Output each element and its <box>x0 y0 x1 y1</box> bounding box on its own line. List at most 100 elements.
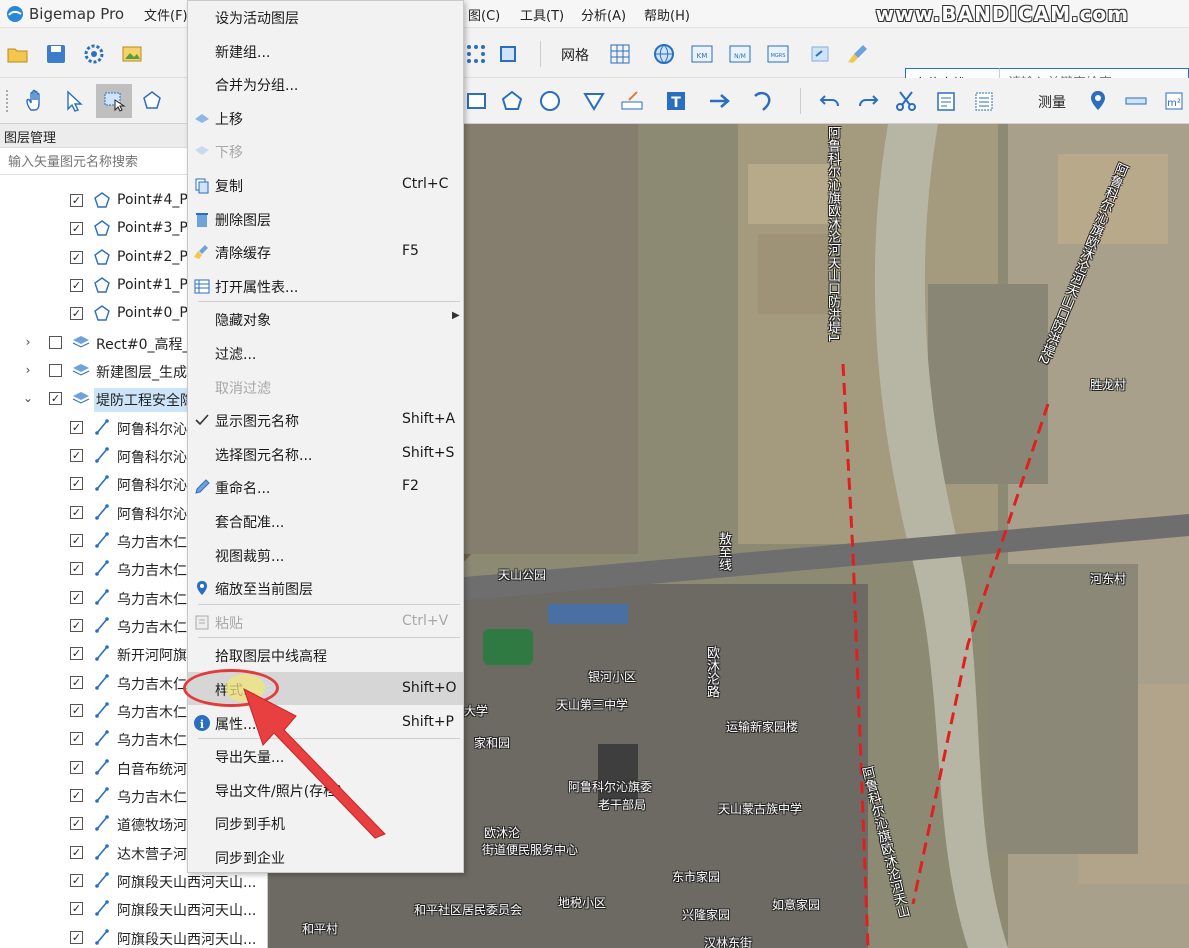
context-menu-item[interactable]: 导出文件/照片(存档) <box>188 773 463 806</box>
menu-help[interactable]: 帮助(H) <box>644 5 690 24</box>
chevron-down-icon[interactable]: ⌄ <box>22 391 34 405</box>
brush-icon[interactable] <box>844 40 872 68</box>
menu-map[interactable]: 图(C) <box>468 5 500 24</box>
polygon-tool-icon[interactable] <box>498 87 526 115</box>
layer-checkbox[interactable]: ✓ <box>70 788 83 802</box>
undo-icon[interactable] <box>816 87 844 115</box>
layer-checkbox[interactable]: ✓ <box>70 533 83 547</box>
context-menu-item[interactable]: 过滤... <box>188 336 463 369</box>
layer-checkbox[interactable]: ✓ <box>70 194 83 207</box>
layer-checkbox[interactable]: ✓ <box>70 222 83 236</box>
box-select-icon[interactable] <box>96 84 132 118</box>
pan-hand-icon[interactable] <box>22 87 50 115</box>
context-menu-item[interactable]: 隐藏对象 ▶ <box>188 302 463 335</box>
gear-icon[interactable] <box>80 40 108 68</box>
rectangle-tool-icon[interactable] <box>462 87 490 115</box>
save-icon[interactable] <box>42 40 70 68</box>
curve-tool-icon[interactable] <box>750 87 778 115</box>
clipboard-icon[interactable] <box>932 87 960 115</box>
layer-row[interactable]: ✓ 阿旗段天山西河天山... <box>0 894 268 922</box>
layer-checkbox[interactable]: ✓ <box>70 562 83 576</box>
globe-icon[interactable] <box>650 40 678 68</box>
map-label-school: 天山第三中学 <box>556 698 629 712</box>
layer-checkbox[interactable]: ✓ <box>70 250 83 264</box>
context-menu-item[interactable]: 导出矢量... <box>188 739 463 772</box>
menu-tools[interactable]: 工具(T) <box>520 5 564 24</box>
nm-grid-icon[interactable]: N/M <box>726 40 754 68</box>
context-menu-item[interactable]: 套合配准... <box>188 504 463 537</box>
layer-row[interactable]: ✓ 阿旗段天山西河天山... <box>0 923 268 948</box>
context-menu-item[interactable]: 复制 Ctrl+C <box>188 168 463 201</box>
context-menu-item[interactable]: 打开属性表... <box>188 269 463 302</box>
layer-checkbox[interactable] <box>49 335 62 349</box>
toolbar-grip[interactable] <box>6 90 10 112</box>
context-menu-item[interactable]: 显示图元名称 Shift+A <box>188 403 463 436</box>
point-grid-icon[interactable] <box>462 40 490 68</box>
layer-checkbox[interactable]: ✓ <box>70 817 83 831</box>
area-icon[interactable]: m² <box>1160 87 1188 115</box>
context-menu-item[interactable]: 上移 <box>188 101 463 134</box>
mgrs-grid-icon[interactable]: MGRS <box>764 40 792 68</box>
context-menu-item[interactable]: 粘贴 Ctrl+V <box>188 605 463 638</box>
layer-label: Point#1_Po <box>117 276 196 293</box>
grid-icon[interactable] <box>606 40 634 68</box>
context-menu-item[interactable]: 下移 <box>188 134 463 167</box>
layer-checkbox[interactable]: ✓ <box>70 675 83 689</box>
layer-checkbox[interactable]: ✓ <box>70 930 83 944</box>
context-menu-item[interactable]: 清除缓存 F5 <box>188 235 463 268</box>
layer-checkbox[interactable]: ✓ <box>70 278 83 292</box>
context-menu-item[interactable]: 选择图元名称... Shift+S <box>188 437 463 470</box>
context-menu-item[interactable]: i 属性... Shift+P <box>188 706 463 739</box>
context-menu-item[interactable]: 设为活动图层 <box>188 0 463 33</box>
scissors-icon[interactable] <box>892 87 920 115</box>
chevron-right-icon[interactable]: › <box>22 335 34 349</box>
edit-vertex-icon[interactable] <box>138 87 166 115</box>
menu-analysis[interactable]: 分析(A) <box>581 5 626 24</box>
circle-tool-icon[interactable] <box>536 87 564 115</box>
layer-checkbox[interactable]: ✓ <box>70 647 83 661</box>
context-menu-item[interactable]: 重命名... F2 <box>188 470 463 503</box>
layer-checkbox[interactable]: ✓ <box>70 873 83 887</box>
km-grid-icon[interactable]: KM <box>688 40 716 68</box>
full-extent-icon[interactable] <box>494 40 522 68</box>
location-pin-icon[interactable] <box>1084 87 1112 115</box>
arrow-tool-icon[interactable] <box>706 87 734 115</box>
context-menu-item[interactable]: 视图裁剪... <box>188 538 463 571</box>
context-menu-item[interactable]: 删除图层 <box>188 202 463 235</box>
layer-checkbox[interactable]: ✓ <box>70 845 83 859</box>
open-folder-icon[interactable] <box>4 40 32 68</box>
layer-checkbox[interactable]: ✓ <box>70 902 83 916</box>
distance-icon[interactable] <box>1122 87 1150 115</box>
measure-label[interactable]: 测量 <box>1038 92 1066 112</box>
menu-file[interactable]: 文件(F) <box>144 5 188 24</box>
layer-checkbox[interactable]: ✓ <box>70 760 83 774</box>
context-menu-item[interactable]: 缩放至当前图层 <box>188 571 463 604</box>
chevron-right-icon[interactable]: › <box>22 363 34 377</box>
layer-checkbox[interactable] <box>49 363 62 377</box>
sector-tool-icon[interactable] <box>580 87 608 115</box>
list-icon[interactable] <box>970 87 998 115</box>
layer-checkbox[interactable]: ✓ <box>49 392 62 406</box>
layer-checkbox[interactable]: ✓ <box>70 590 83 604</box>
context-menu-item[interactable]: 同步到手机 <box>188 806 463 839</box>
context-menu-item[interactable]: 合并为分组... <box>188 67 463 100</box>
context-menu-item[interactable]: 新建组... <box>188 34 463 67</box>
layer-checkbox[interactable]: ✓ <box>70 732 83 746</box>
layer-checkbox[interactable]: ✓ <box>70 505 83 519</box>
layer-checkbox[interactable]: ✓ <box>70 477 83 491</box>
layer-checkbox[interactable]: ✓ <box>70 307 83 321</box>
image-icon[interactable] <box>118 40 146 68</box>
text-tool-icon[interactable]: T <box>662 87 690 115</box>
grid-label[interactable]: 网格 <box>561 45 589 65</box>
layer-checkbox[interactable]: ✓ <box>70 448 83 462</box>
share-icon[interactable] <box>806 40 834 68</box>
context-menu-item[interactable]: 拾取图层中线高程 <box>188 638 463 671</box>
layer-checkbox[interactable]: ✓ <box>70 703 83 717</box>
measure-ruler-icon[interactable] <box>618 87 646 115</box>
context-menu-item[interactable]: 同步到企业 <box>188 840 463 873</box>
layer-checkbox[interactable]: ✓ <box>70 420 83 434</box>
select-arrow-icon[interactable] <box>60 87 88 115</box>
redo-icon[interactable] <box>854 87 882 115</box>
context-menu-item[interactable]: 取消过滤 <box>188 370 463 403</box>
layer-checkbox[interactable]: ✓ <box>70 618 83 632</box>
